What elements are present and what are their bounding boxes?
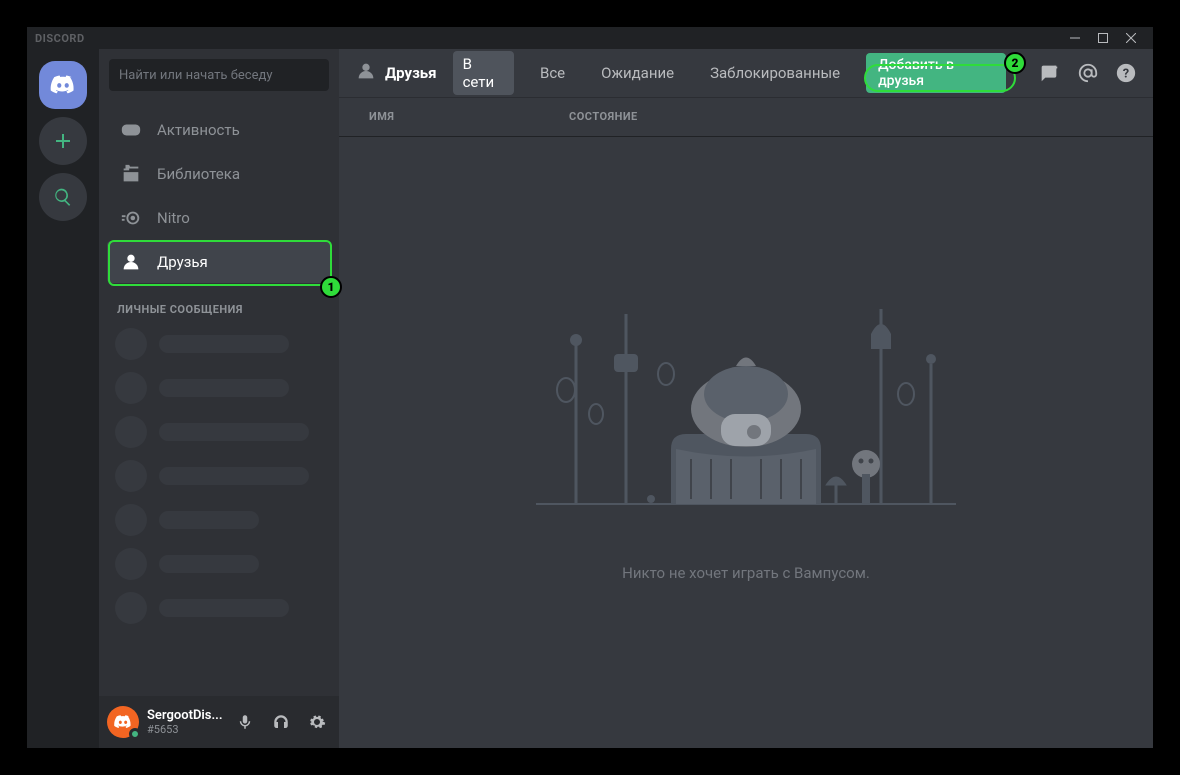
empty-state: Никто не хочет играть с Вампусом. — [339, 137, 1153, 748]
dm-section-header: ЛИЧНЫЕ СООБЩЕНИЯ — [99, 285, 339, 322]
close-button[interactable] — [1117, 27, 1145, 49]
user-panel: SergootDis... #5653 — [99, 696, 339, 748]
gear-icon — [308, 713, 326, 731]
search-icon — [53, 187, 73, 207]
mentions-button[interactable] — [1076, 61, 1098, 85]
help-button[interactable]: ? — [1115, 61, 1137, 85]
help-icon: ? — [1115, 62, 1137, 84]
column-headers: ИМЯ СОСТОЯНИЕ — [339, 97, 1153, 137]
friends-icon — [355, 60, 377, 86]
channel-panel: Найти или начать беседу Активность Библи… — [99, 49, 339, 748]
dm-placeholder — [99, 542, 339, 586]
at-icon — [1077, 62, 1099, 84]
dm-placeholder — [99, 454, 339, 498]
main-panel: Друзья В сети Все Ожидание Заблокированн… — [339, 49, 1153, 748]
tab-blocked[interactable]: Заблокированные — [700, 60, 850, 86]
nav-nitro[interactable]: Nitro — [107, 197, 331, 239]
topbar: Друзья В сети Все Ожидание Заблокированн… — [339, 49, 1153, 97]
minimize-button[interactable] — [1061, 27, 1089, 49]
deafen-button[interactable] — [267, 708, 295, 736]
svg-text:?: ? — [1123, 67, 1129, 82]
window-titlebar: DISCORD — [27, 27, 1153, 49]
add-server-button[interactable] — [39, 117, 87, 165]
server-discovery-button[interactable] — [39, 173, 87, 221]
nav-label: Библиотека — [157, 165, 240, 183]
mute-button[interactable] — [231, 708, 259, 736]
headphones-icon — [272, 713, 290, 731]
home-button[interactable] — [39, 61, 87, 109]
friends-icon — [119, 251, 143, 273]
microphone-icon — [236, 713, 254, 731]
col-name: ИМЯ — [369, 110, 569, 123]
wumpus-illustration — [536, 304, 956, 534]
dm-placeholder — [99, 410, 339, 454]
dm-placeholder — [99, 498, 339, 542]
nav-label: Друзья — [157, 253, 208, 271]
library-icon — [119, 163, 143, 185]
nav-library[interactable]: Библиотека — [107, 153, 331, 195]
tab-pending[interactable]: Ожидание — [591, 60, 684, 86]
col-status: СОСТОЯНИЕ — [569, 110, 638, 123]
dm-placeholder — [99, 366, 339, 410]
status-dot-online — [129, 728, 141, 740]
nav-activity[interactable]: Активность — [107, 109, 331, 151]
dm-placeholders — [99, 322, 339, 630]
nav-label: Активность — [157, 121, 240, 139]
user-name: SergootDis... — [147, 708, 223, 723]
add-friend-button[interactable]: Добавить в друзья — [866, 53, 1006, 93]
nav-friends[interactable]: Друзья — [107, 241, 331, 283]
tab-online[interactable]: В сети — [453, 51, 514, 95]
empty-text: Никто не хочет играть с Вампусом. — [622, 564, 870, 582]
search-placeholder: Найти или начать беседу — [119, 68, 273, 83]
nav-label: Nitro — [157, 209, 190, 227]
new-group-dm-button[interactable] — [1038, 61, 1060, 85]
nitro-icon — [119, 207, 143, 229]
page-title: Друзья — [355, 60, 437, 86]
user-tag: #5653 — [147, 723, 223, 736]
plus-icon — [51, 129, 75, 153]
tab-all[interactable]: Все — [530, 60, 575, 86]
user-avatar[interactable] — [107, 706, 139, 738]
guild-rail — [27, 49, 99, 748]
gamepad-icon — [119, 119, 143, 141]
dm-placeholder — [99, 586, 339, 630]
message-plus-icon — [1038, 62, 1060, 84]
settings-button[interactable] — [303, 708, 331, 736]
app-title: DISCORD — [35, 32, 85, 45]
search-input[interactable]: Найти или начать беседу — [109, 59, 329, 91]
page-title-text: Друзья — [385, 64, 437, 82]
discord-logo-icon — [49, 71, 77, 99]
dm-placeholder — [99, 322, 339, 366]
maximize-button[interactable] — [1089, 27, 1117, 49]
